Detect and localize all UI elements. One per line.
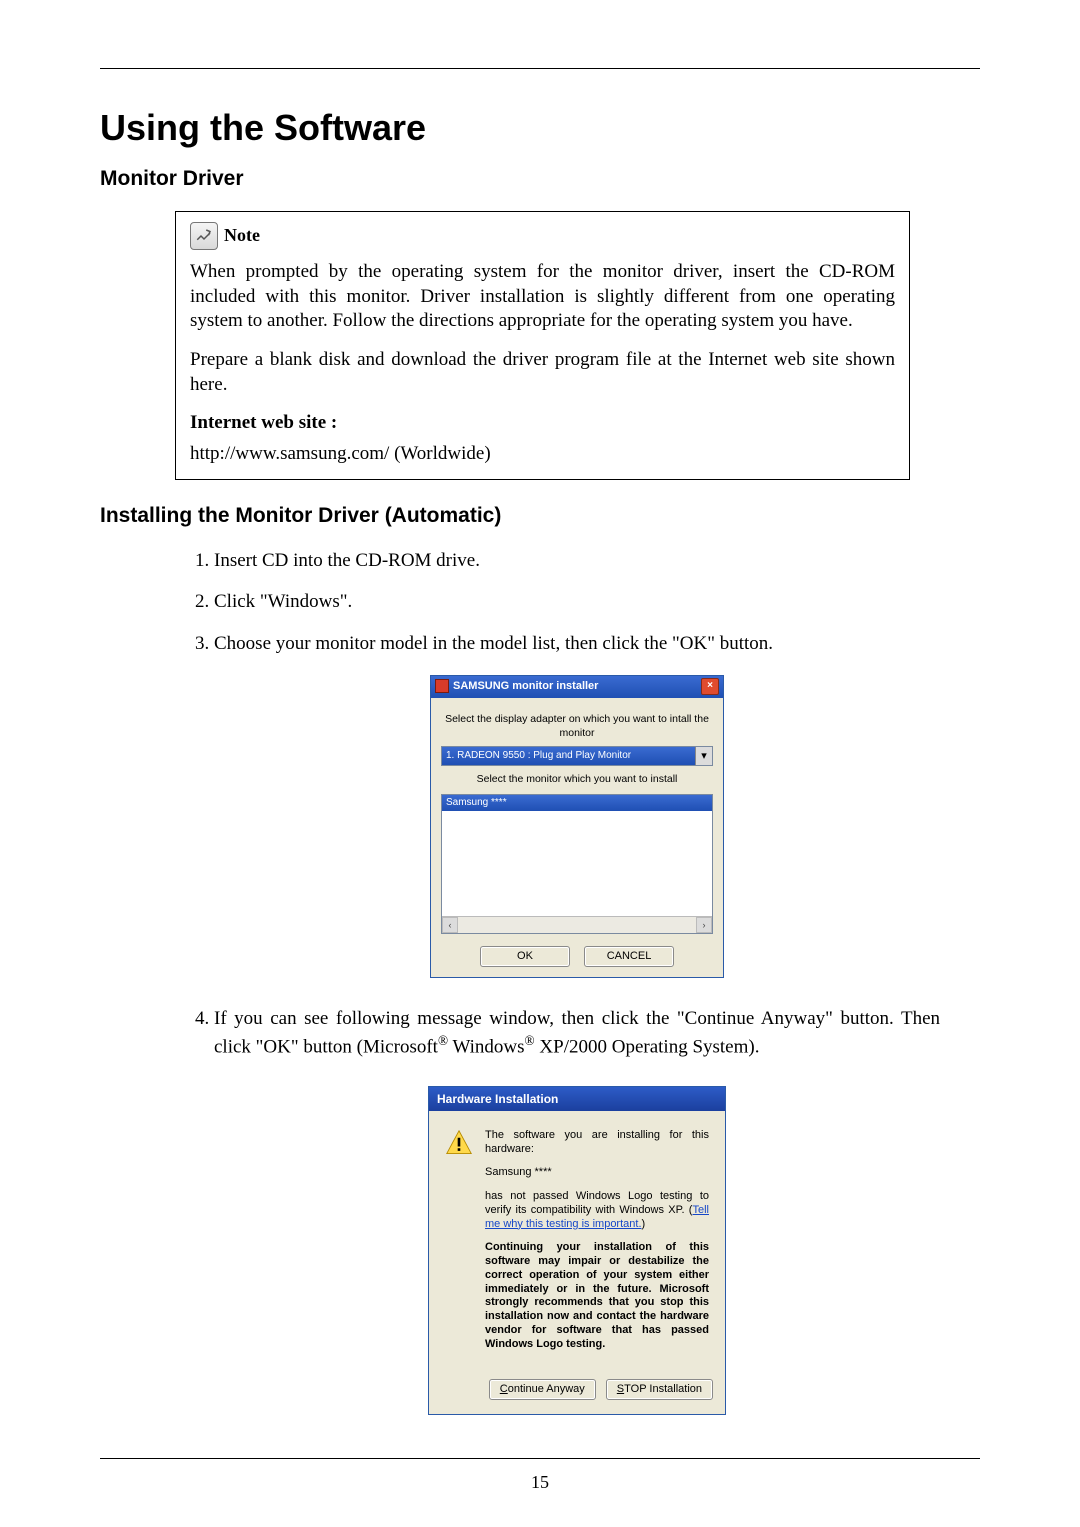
note-paragraph-2: Prepare a blank disk and download the dr…: [190, 348, 895, 397]
adapter-select-label: Select the display adapter on which you …: [441, 712, 713, 740]
listbox-empty-area: [442, 811, 712, 917]
warning-line-2a: has not passed Windows Logo testing to v…: [485, 1190, 709, 1216]
dialog-app-icon: SAMSUNG monitor installer: [435, 679, 598, 694]
screenshot-installer: SAMSUNG monitor installer × Select the d…: [214, 675, 940, 978]
document-page: Using the Software Monitor Driver Note W…: [0, 0, 1080, 1527]
page-title: Using the Software: [100, 107, 980, 149]
note-box: Note When prompted by the operating syst…: [175, 211, 910, 480]
chevron-down-icon: ▾: [701, 749, 707, 764]
ok-button[interactable]: OK: [480, 946, 570, 967]
warning-icon: [445, 1129, 473, 1157]
monitor-list-item[interactable]: Samsung ****: [442, 795, 712, 811]
warning-titlebar: Hardware Installation: [429, 1087, 725, 1111]
app-icon-square: [435, 679, 449, 693]
stop-installation-button[interactable]: STOP Installation: [606, 1379, 713, 1400]
step-3: Choose your monitor model in the model l…: [214, 631, 940, 978]
adapter-combobox[interactable]: 1. RADEON 9550 : Plug and Play Monitor ▾: [441, 746, 713, 766]
step-4-text-b: Windows: [448, 1036, 524, 1057]
step-4-text-c: XP/2000 Operating System).: [535, 1036, 760, 1057]
warning-strong-paragraph: Continuing your installation of this sof…: [485, 1241, 709, 1351]
warning-line-1: The software you are installing for this…: [485, 1129, 709, 1157]
step-1: Insert CD into the CD-ROM drive.: [214, 548, 940, 574]
samsung-installer-dialog: SAMSUNG monitor installer × Select the d…: [430, 675, 724, 978]
stop-installation-label-rest: TOP Installation: [624, 1383, 702, 1395]
warning-body: The software you are installing for this…: [429, 1111, 725, 1374]
continue-anyway-button[interactable]: Continue Anyway: [489, 1379, 596, 1400]
note-icon: [190, 222, 218, 250]
section-heading-monitor-driver: Monitor Driver: [100, 167, 980, 191]
monitor-listbox[interactable]: Samsung **** ‹ ›: [441, 794, 713, 934]
scroll-right-button[interactable]: ›: [696, 917, 712, 933]
page-number: 15: [0, 1472, 1080, 1493]
dialog-title-text: SAMSUNG monitor installer: [453, 679, 598, 694]
close-button[interactable]: ×: [701, 678, 719, 695]
warning-line-2: has not passed Windows Logo testing to v…: [485, 1190, 709, 1231]
registered-mark-1: ®: [438, 1033, 448, 1048]
dialog-titlebar: SAMSUNG monitor installer ×: [431, 676, 723, 698]
screenshot-hardware-warning: Hardware Installation The software you a…: [214, 1086, 940, 1416]
step-4: If you can see following message window,…: [214, 1006, 940, 1415]
scroll-left-button[interactable]: ‹: [442, 917, 458, 933]
note-header: Note: [190, 222, 895, 250]
internet-website-url: http://www.samsung.com/ (Worldwide): [190, 442, 895, 467]
cancel-button[interactable]: CANCEL: [584, 946, 674, 967]
step-3-text: Choose your monitor model in the model l…: [214, 633, 773, 654]
warning-message: The software you are installing for this…: [485, 1129, 709, 1362]
header-rule: [100, 68, 980, 69]
step-2: Click "Windows".: [214, 589, 940, 615]
registered-mark-2: ®: [525, 1033, 535, 1048]
dialog-button-row: OK CANCEL: [441, 946, 713, 967]
adapter-selected-value: 1. RADEON 9550 : Plug and Play Monitor: [442, 747, 695, 765]
warning-button-row: Continue Anyway STOP Installation: [429, 1373, 725, 1414]
continue-anyway-label-rest: ontinue Anyway: [508, 1383, 585, 1395]
hardware-installation-dialog: Hardware Installation The software you a…: [428, 1086, 726, 1416]
internet-website-label: Internet web site :: [190, 412, 337, 433]
monitor-select-label: Select the monitor which you want to ins…: [441, 772, 713, 786]
horizontal-scrollbar[interactable]: ‹ ›: [442, 916, 712, 933]
dialog-body: Select the display adapter on which you …: [431, 698, 723, 977]
footer-rule: [100, 1458, 980, 1459]
chevron-right-icon: ›: [703, 919, 706, 931]
close-icon: ×: [707, 681, 713, 691]
note-paragraph-1: When prompted by the operating system fo…: [190, 260, 895, 334]
combobox-dropdown-button[interactable]: ▾: [695, 747, 712, 765]
warning-line-2b: ): [642, 1218, 646, 1230]
install-steps-list: Insert CD into the CD-ROM drive. Click "…: [178, 548, 980, 1415]
warning-hardware-name: Samsung ****: [485, 1166, 709, 1180]
note-label: Note: [224, 224, 260, 247]
chevron-left-icon: ‹: [449, 919, 452, 931]
section-heading-installing-automatic: Installing the Monitor Driver (Automatic…: [100, 504, 980, 528]
